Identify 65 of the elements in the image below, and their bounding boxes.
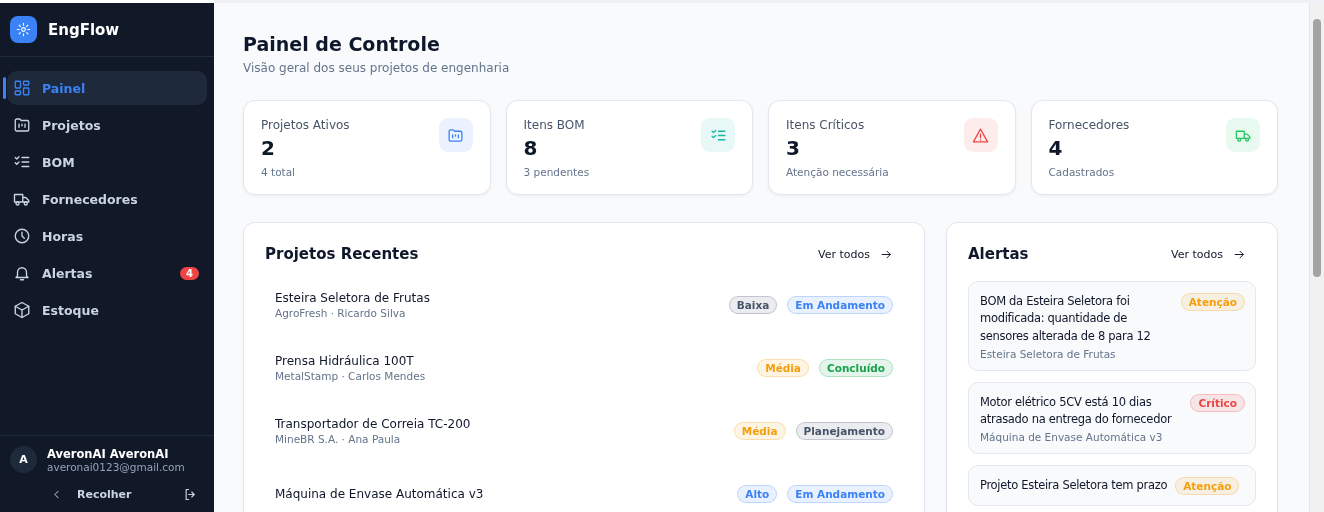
status-badge: Crítico [1190, 393, 1245, 412]
panel-title: Projetos Recentes [265, 245, 419, 263]
project-name[interactable]: Prensa Hidráulica 100T [275, 353, 426, 368]
status-badge: Baixa [728, 295, 778, 314]
alert-message: Motor elétrico 5CV está 10 dias atrasado na entrega do fornecedor [980, 393, 1173, 428]
project-meta: MetalStamp · Carlos Mendes [275, 369, 426, 382]
count-badge: 4 [180, 266, 199, 280]
status-badge: Atenção [1180, 293, 1245, 311]
project-meta: AgroFresh · Ricardo Silva [275, 306, 407, 319]
alert-card[interactable]: Motor elétrico 5CV está 10 dias atrasado na entrega do fornecedor Máquina de Envase Automática v3 Crítico [968, 381, 1256, 455]
status-badge: Atenção [1175, 477, 1240, 496]
nav-item[interactable]: Estoque [7, 293, 207, 327]
stat-label: Itens Críticos [786, 118, 866, 132]
nav-item[interactable]: Fornecedores [7, 182, 207, 216]
stat-label: Projetos Ativos [261, 118, 350, 132]
status-badge: Média [733, 421, 786, 440]
stat-note: 3 pendentes [523, 166, 590, 178]
status-badge: Concluído [818, 358, 893, 377]
alert-project: Esteira Seletora de Frutas [980, 347, 1117, 360]
stat-value: 3 [786, 136, 801, 160]
project-name[interactable]: Esteira Seletora de Frutas [275, 290, 430, 305]
stat-value: 8 [523, 136, 539, 160]
stat-note: Atenção necessária [786, 166, 889, 178]
view-all-link[interactable]: Ver todos [1171, 247, 1256, 261]
alert-message: Projeto Esteira Seletora tem prazo [980, 477, 1168, 495]
folder-icon [13, 116, 31, 134]
logout-icon [183, 487, 198, 502]
nav-item[interactable]: Projetos [7, 108, 207, 142]
stat-value: 2 [261, 136, 276, 160]
panel-title: Alertas [968, 245, 1029, 263]
alert-project: Máquina de Envase Automática v3 [980, 431, 1164, 444]
warning-icon [972, 126, 989, 144]
nav-item[interactable]: BOM [7, 145, 207, 179]
brand-name: EngFlow [48, 20, 120, 39]
project-meta: MineBR S.A. · Ana Paula [275, 432, 402, 445]
dashboard-grid-icon [13, 79, 31, 97]
status-badge: Média [757, 358, 809, 377]
alert-message: BOM da Esteira Seletora foi modificada: quantidade de sensores alterada de 8 para 12 [980, 293, 1152, 345]
status-badge: Em Andamento [787, 295, 893, 314]
page-title: Painel de Controle [243, 33, 441, 55]
project-name[interactable]: Transportador de Correia TC-200 [275, 416, 471, 431]
stat-note: 4 total [261, 166, 297, 178]
stat-value: 4 [1048, 136, 1064, 160]
view-all-link[interactable]: Ver todos [818, 247, 903, 261]
status-badge: Alto [737, 484, 778, 503]
stat-note: Cadastrados [1048, 166, 1116, 178]
user-name: AveronAI AveronAI [47, 446, 170, 461]
alert-card[interactable]: BOM da Esteira Seletora foi modificada: quantidade de sensores alterada de 8 para 12 Esteira Seletora de Frutas Atenção [968, 281, 1256, 371]
user-avatar: A [10, 446, 37, 473]
clock-icon [13, 227, 31, 245]
bell-icon [13, 264, 31, 282]
status-badge: Planejamento [795, 421, 893, 440]
box-icon [13, 301, 31, 319]
collapse-button[interactable]: Recolher [50, 488, 132, 501]
stat-label: Fornecedores [1048, 118, 1130, 132]
scrollbar-thumb[interactable] [1313, 19, 1321, 277]
page-subtitle: Visão geral dos seus projetos de engenharia [243, 61, 511, 75]
stat-label: Itens BOM [523, 118, 586, 132]
status-badge: Em Andamento [787, 484, 893, 503]
folder-icon [447, 126, 464, 144]
nav-item[interactable]: Horas [7, 219, 207, 253]
user-email: averonai0123@gmail.com [47, 460, 185, 473]
alert-card[interactable]: Projeto Esteira Seletora tem prazo Atenção [968, 465, 1256, 507]
nav-item[interactable]: Alertas 4 [7, 256, 207, 290]
project-name[interactable]: Máquina de Envase Automática v3 [275, 486, 484, 501]
